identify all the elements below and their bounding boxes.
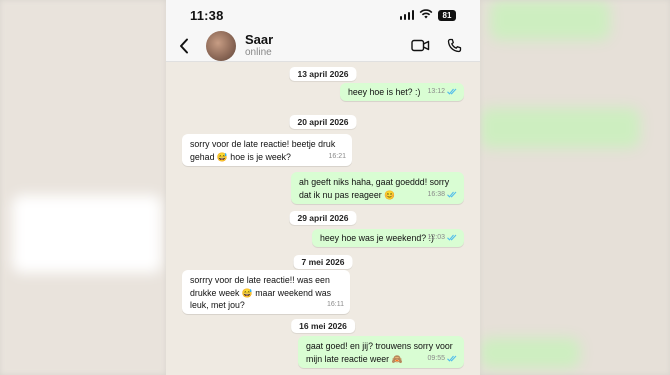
chat-header: Saar online	[166, 30, 480, 62]
blurred-bubble	[480, 338, 580, 368]
date-separator: 16 mei 2026	[291, 319, 355, 333]
contact-name: Saar	[245, 31, 274, 47]
blurred-bubble	[490, 0, 610, 40]
contact-info[interactable]: Saar online	[245, 31, 410, 59]
message-time: 09:55	[427, 354, 445, 362]
message-outgoing[interactable]: heey hoe is het? :) 13:12	[340, 83, 464, 101]
wifi-icon	[419, 6, 433, 24]
back-arrow-icon[interactable]	[176, 34, 192, 58]
message-time: 12:03	[427, 233, 445, 241]
date-separator: 20 april 2026	[289, 115, 357, 129]
battery-icon: 81	[438, 9, 456, 21]
message-text: sorry voor de late reactie! beetje druk …	[190, 139, 336, 162]
phone-screen: 11:38 81 Saar online 13 april 2026 heey …	[166, 0, 480, 375]
double-check-icon	[447, 234, 458, 241]
right-blurred-background	[480, 0, 670, 375]
message-text: heey hoe was je weekend? :)	[320, 233, 434, 243]
double-check-icon	[447, 355, 458, 362]
avatar[interactable]	[206, 30, 236, 61]
message-time: 16:38	[427, 190, 445, 198]
message-time: 13:12	[427, 87, 445, 95]
message-text: sorrry voor de late reactie!! was een dr…	[190, 275, 332, 310]
blurred-bubble	[480, 108, 640, 148]
message-incoming[interactable]: sorrry voor de late reactie!! was een dr…	[182, 270, 350, 314]
date-separator: 13 april 2026	[289, 67, 357, 81]
message-outgoing[interactable]: heey hoe was je weekend? :) 12:03	[312, 229, 464, 247]
message-text: heey hoe is het? :)	[348, 87, 421, 97]
message-incoming[interactable]: sorry voor de late reactie! beetje druk …	[182, 134, 352, 166]
signal-icon	[399, 10, 414, 20]
message-outgoing[interactable]: gaat goed! en jij? trouwens sorry voor m…	[298, 336, 464, 368]
double-check-icon	[447, 191, 458, 198]
message-time: 16:21	[328, 152, 346, 160]
chat-area: 13 april 2026 heey hoe is het? :) 13:12 …	[166, 62, 480, 375]
date-separator: 7 mei 2026	[293, 255, 353, 269]
left-blurred-background	[0, 0, 166, 375]
phone-call-icon[interactable]	[444, 36, 464, 56]
contact-status: online	[245, 46, 272, 58]
message-time: 16:11	[327, 300, 344, 308]
double-check-icon	[447, 88, 458, 95]
status-icons: 81	[399, 6, 456, 24]
blurred-bubble	[12, 195, 162, 273]
date-separator: 29 april 2026	[289, 211, 357, 225]
status-time: 11:38	[190, 7, 224, 23]
video-call-icon[interactable]	[410, 36, 430, 56]
status-bar: 11:38 81	[166, 0, 480, 30]
message-outgoing[interactable]: ah geeft niks haha, gaat goeddd! sorry d…	[291, 172, 464, 204]
